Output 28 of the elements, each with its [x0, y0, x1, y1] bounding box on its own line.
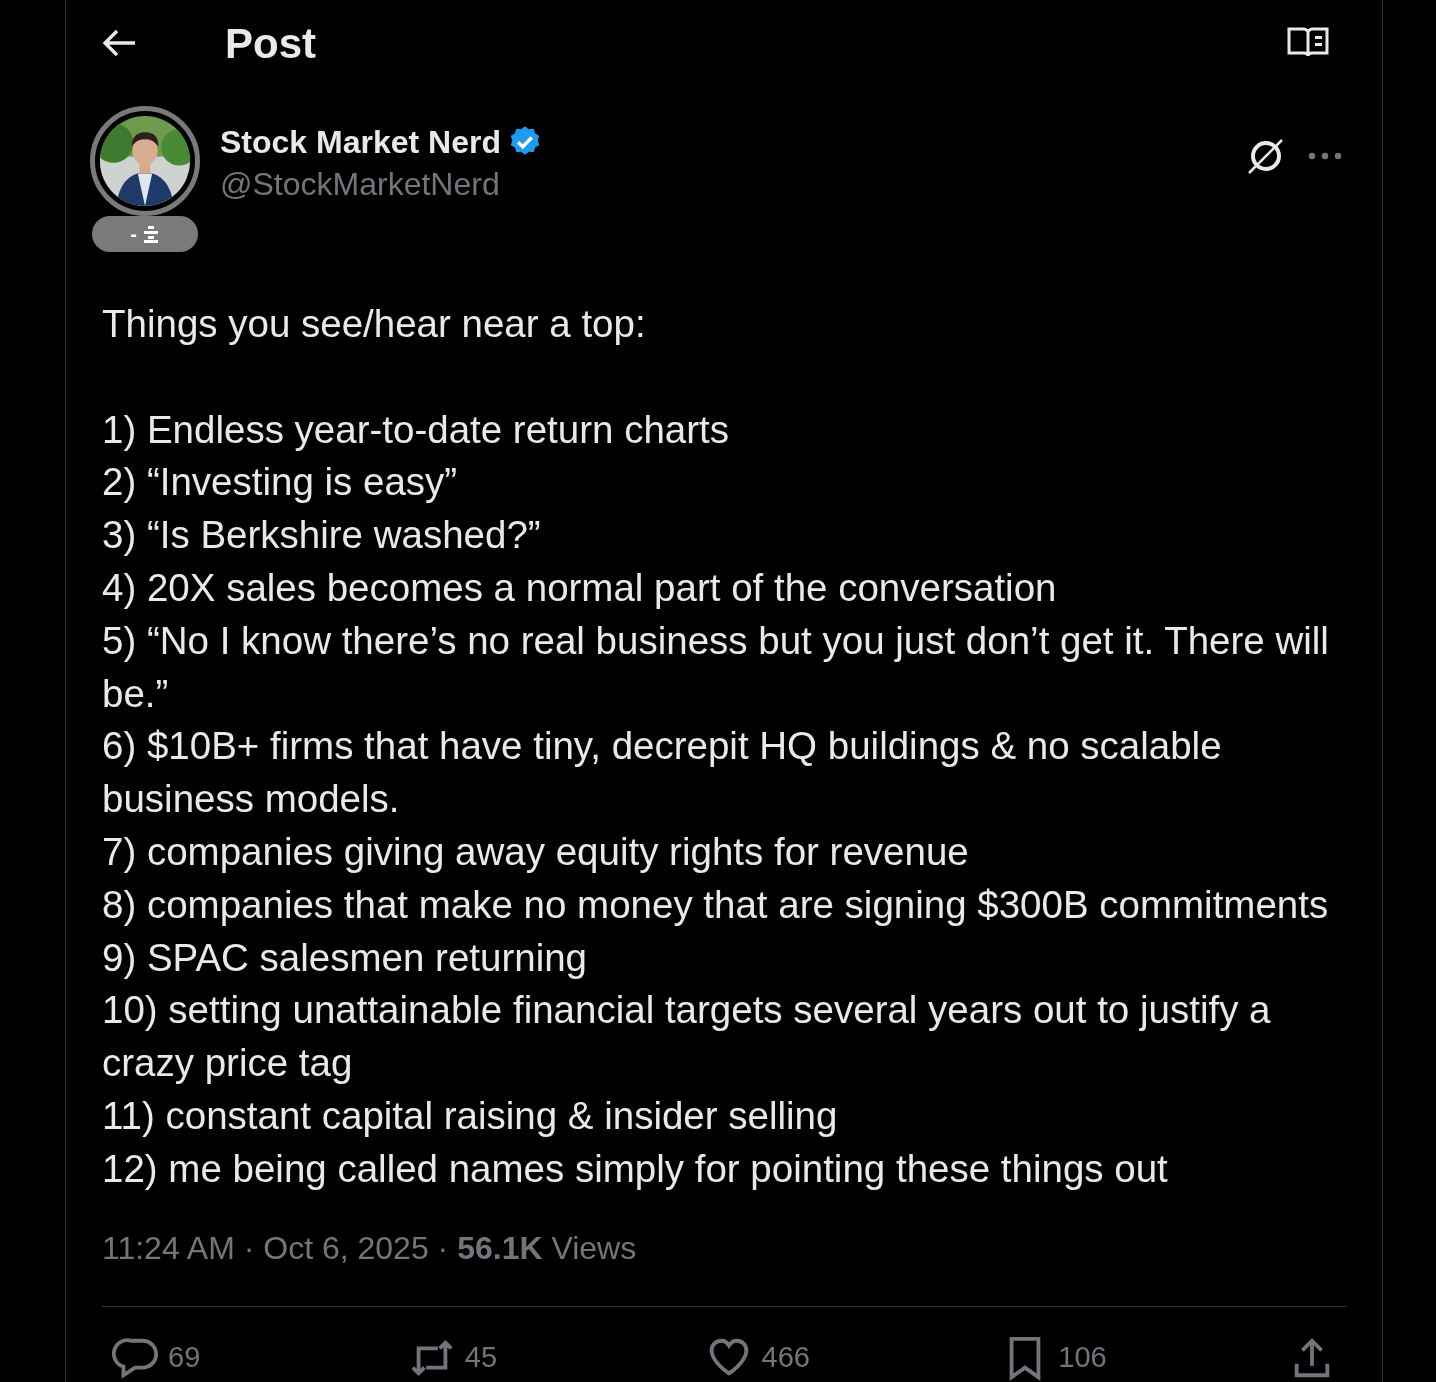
post-list-item: 7) companies giving away equity rights for revenue	[102, 828, 970, 875]
back-arrow-icon	[102, 28, 138, 58]
post-list-item: 5) “No I know there’s no real business but you just don’t get it. There will be.”	[102, 617, 1330, 717]
bookmark-button[interactable]: 106	[992, 1334, 1289, 1381]
post-list-item: 11) constant capital raising & insider selling	[102, 1092, 839, 1139]
reply-button[interactable]: 69	[102, 1334, 399, 1381]
post-meta: 11:24 AM · Oct 6, 2025 · 56.1K Views	[102, 1228, 638, 1268]
author-handle[interactable]: @StockMarketNerd	[220, 162, 543, 206]
post-list-item: 1) Endless year-to-date return charts	[102, 406, 730, 453]
status-badge: -	[92, 216, 198, 252]
more-button[interactable]	[1308, 152, 1342, 160]
post-list-item: 12) me being called names simply for pointing these things out	[102, 1145, 1169, 1192]
more-icon	[1308, 152, 1342, 160]
page-title: Post	[225, 18, 316, 69]
post-list-item: 3) “Is Berkshire washed?”	[102, 512, 542, 559]
post-list-item: 8) companies that make no money that are signing $300B commitments	[102, 881, 1330, 928]
stacked-bars-icon	[141, 225, 160, 243]
post-text: Things you see/hear near a top:	[102, 301, 647, 347]
slashed-circle-icon	[1246, 136, 1286, 176]
repost-button[interactable]: 45	[398, 1334, 696, 1381]
post-list-item: 9) SPAC salesmen returning	[102, 934, 589, 981]
post-list-item: 10) setting unattainable financial targets several years out to justify a crazy price tag	[102, 987, 1272, 1087]
grok-button[interactable]	[1246, 136, 1286, 176]
post-list-item: 4) 20X sales becomes a normal part of the conversation	[102, 565, 1058, 611]
post-list-item: 6) $10B+ firms that have tiny, decrepit HQ buildings & no scalable business models.	[102, 723, 1223, 823]
post-list-item: 2) “Investing is easy”	[102, 459, 459, 506]
author-name[interactable]: Stock Market Nerd	[220, 122, 501, 162]
like-button[interactable]: 466	[695, 1334, 993, 1381]
